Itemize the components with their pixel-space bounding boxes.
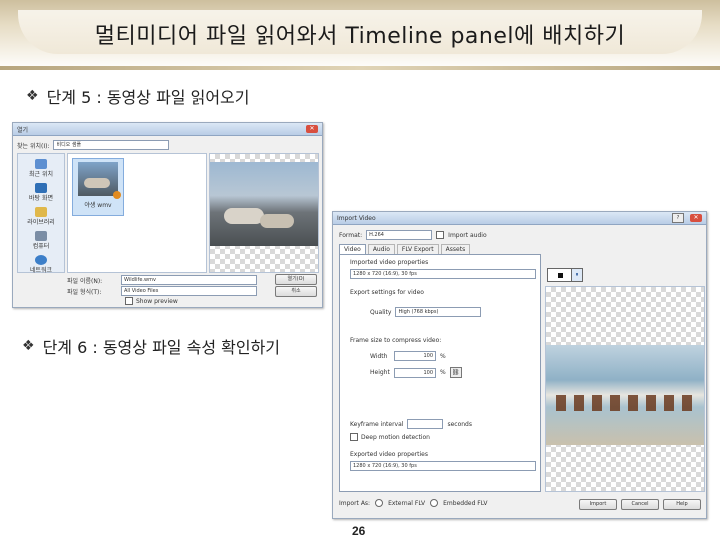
exported-info-field: 1280 x 720 (16:9), 30 fps (350, 461, 536, 471)
preview-image (210, 162, 318, 246)
stop-icon[interactable] (557, 272, 563, 278)
export-section-label: Export settings for video (350, 289, 424, 296)
slide-title: 멀티미디어 파일 읽어와서 Timeline panel에 배치하기 (94, 24, 626, 49)
sidebar-item-desktop[interactable]: 바탕 화면 (18, 183, 64, 202)
frame-size-label: Frame size to compress video: (350, 337, 442, 344)
pause-icon[interactable]: ⏸ (571, 268, 583, 282)
look-in-label: 찾는 위치(I): (17, 142, 50, 150)
preview-subject-2 (260, 214, 294, 228)
computer-icon (35, 231, 47, 241)
file-item-wildlife[interactable]: 야생 wmv (72, 158, 124, 216)
thumbnail-subject (84, 178, 110, 188)
file-type-select[interactable]: All Video Files (121, 286, 257, 296)
width-input[interactable]: 100 (394, 351, 436, 361)
beach-preview-image (546, 345, 704, 445)
file-item-label: 야생 wmv (84, 202, 112, 209)
open-file-dialog: 열기 ✕ 찾는 위치(I): 비디오 샘플 최근 위치 바탕 화면 라이브러리 … (12, 122, 323, 308)
source-section-label: Imported video properties (350, 259, 429, 266)
height-label: Height (370, 369, 390, 376)
diamond-bullet-icon: ❖ (26, 88, 39, 104)
quality-label: Quality (370, 308, 392, 316)
bullet-step6: ❖ 단계 6 : 동영상 파일 속성 확인하기 (22, 334, 280, 358)
close-icon[interactable]: ✕ (690, 214, 702, 222)
media-player-icon (113, 191, 121, 199)
format-row: Format: H.264 Import audio (339, 230, 487, 240)
preview-controls (547, 268, 573, 282)
desktop-icon (35, 183, 47, 193)
open-dialog-titlebar: 열기 ✕ (13, 123, 322, 136)
bullet-step5: ❖ 단계 5 : 동영상 파일 읽어오기 (26, 84, 249, 108)
keyframe-label: Keyframe interval (350, 420, 404, 428)
look-in-select[interactable]: 비디오 샘플 (53, 140, 170, 150)
import-video-dialog: Import Video ? ✕ Format: H.264 Import au… (332, 211, 707, 519)
preview-pane (209, 153, 319, 273)
file-name-input[interactable]: Wildlife.wmv (121, 275, 257, 285)
keyframe-input[interactable] (407, 419, 444, 429)
deep-motion-checkbox[interactable] (350, 433, 358, 441)
height-row: Height 100 % ⛓ (370, 367, 462, 378)
import-as-row: Import As: External FLV Embedded FLV (339, 499, 488, 507)
bullet-step5-text: 단계 5 : 동영상 파일 읽어오기 (46, 88, 250, 107)
header-divider (0, 66, 720, 70)
help-button[interactable]: Help (663, 499, 701, 510)
video-tab-panel: Imported video properties 1280 x 720 (16… (339, 254, 541, 492)
width-row: Width 100 % (370, 351, 446, 361)
external-flv-radio[interactable] (375, 499, 384, 507)
import-audio-checkbox[interactable] (436, 231, 445, 239)
open-dialog-title: 열기 (17, 126, 29, 134)
cancel-button[interactable]: Cancel (621, 499, 659, 510)
video-preview-pane (545, 286, 705, 492)
import-button[interactable]: Import (579, 499, 617, 510)
link-icon[interactable]: ⛓ (449, 367, 462, 378)
import-dialog-title: Import Video (337, 214, 376, 222)
recent-places-icon (35, 159, 47, 169)
sidebar-item-recent[interactable]: 최근 위치 (18, 159, 64, 178)
format-select[interactable]: H.264 (366, 230, 433, 240)
keyframe-row: Keyframe interval seconds (350, 419, 472, 429)
open-button[interactable]: 열기(O) (275, 274, 317, 285)
preview-subject-1 (224, 208, 264, 224)
sidebar-item-computer[interactable]: 컴퓨터 (18, 231, 64, 250)
places-sidebar: 최근 위치 바탕 화면 라이브러리 컴퓨터 네트워크 (17, 153, 65, 274)
file-name-label: 파일 이름(N): (67, 277, 103, 285)
file-name-row: 파일 이름(N): Wildlife.wmv (67, 275, 257, 285)
import-dialog-titlebar: Import Video ? ✕ (333, 212, 706, 225)
close-icon[interactable]: ✕ (306, 125, 318, 133)
format-label: Format: (339, 231, 363, 239)
diamond-bullet-icon: ❖ (22, 338, 35, 354)
source-info-field: 1280 x 720 (16:9), 30 fps (350, 269, 536, 279)
import-as-label: Import As: (339, 499, 371, 507)
sidebar-item-network[interactable]: 네트워크 (18, 255, 64, 274)
quality-row: Quality High (768 kbps) (370, 307, 482, 317)
network-icon (35, 255, 47, 265)
file-type-row: 파일 형식(T): All Video Files (67, 286, 257, 296)
show-preview-row: Show preview (125, 297, 178, 305)
file-list: 야생 wmv (67, 153, 207, 273)
libraries-icon (35, 207, 47, 217)
page-number: 26 (352, 524, 366, 538)
cancel-button[interactable]: 취소 (275, 286, 317, 297)
look-in-row: 찾는 위치(I): 비디오 샘플 (17, 140, 170, 150)
height-input[interactable]: 100 (394, 367, 436, 378)
exported-section-label: Exported video properties (350, 451, 428, 458)
file-type-label: 파일 형식(T): (67, 288, 102, 296)
show-preview-checkbox[interactable] (125, 297, 133, 305)
quality-select[interactable]: High (768 kbps) (395, 307, 482, 317)
deep-motion-row: Deep motion detection (350, 433, 430, 441)
horses-silhouette (556, 395, 694, 411)
sidebar-item-libraries[interactable]: 라이브러리 (18, 207, 64, 226)
width-label: Width (370, 352, 388, 360)
video-thumbnail (78, 162, 121, 199)
bullet-step6-text: 단계 6 : 동영상 파일 속성 확인하기 (42, 338, 281, 357)
embedded-flv-radio[interactable] (430, 499, 439, 507)
help-icon[interactable]: ? (672, 213, 684, 223)
